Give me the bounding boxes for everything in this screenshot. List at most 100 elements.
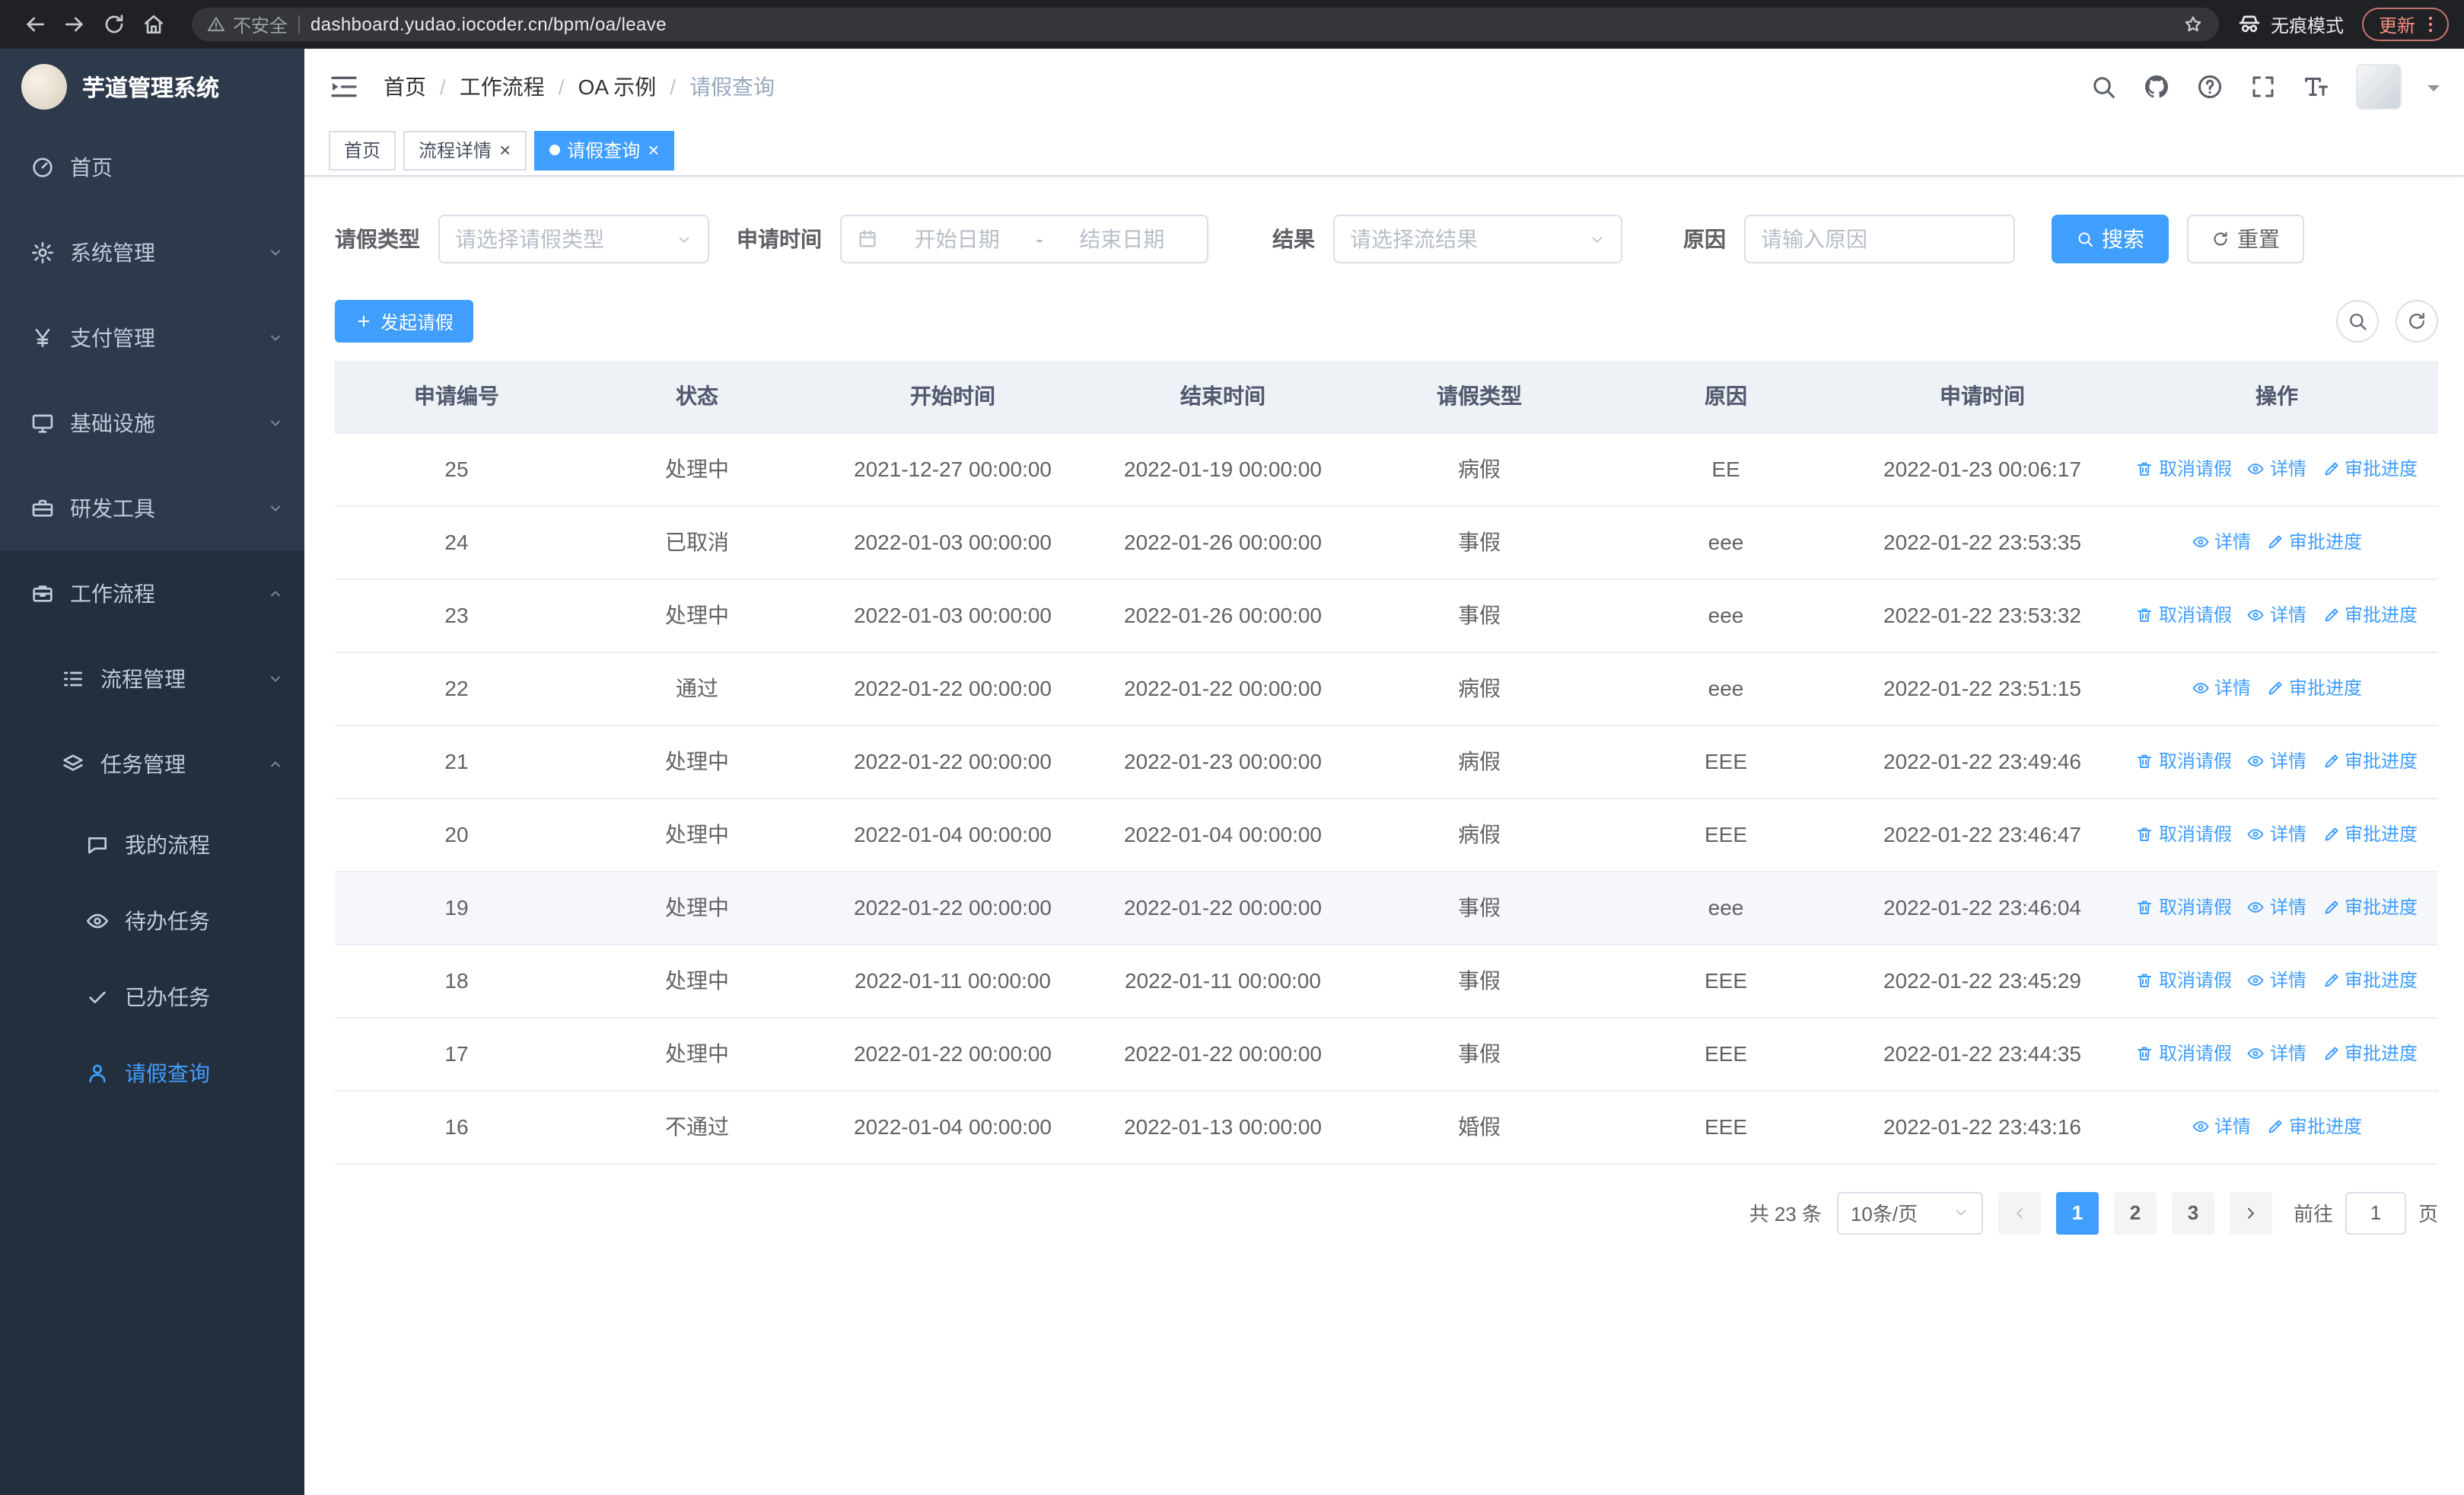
omnibox-divider: [298, 15, 301, 33]
sidebar-item-payment[interactable]: 支付管理: [0, 295, 304, 381]
url-text[interactable]: dashboard.yudao.iocoder.cn/bpm/oa/leave: [310, 14, 2172, 35]
page-size-select[interactable]: 10条/页: [1836, 1191, 1983, 1234]
refresh-icon[interactable]: [2396, 300, 2438, 343]
table-cell: 处理中: [578, 1017, 816, 1091]
approval-progress-action-link[interactable]: 审批进度: [2322, 894, 2418, 920]
back-icon[interactable]: [15, 5, 55, 44]
edit-icon: [2322, 752, 2340, 770]
reason-input[interactable]: 请输入原因: [1744, 215, 2015, 263]
detail-action-link[interactable]: 详情: [2247, 602, 2306, 628]
cancel-leave-action-link[interactable]: 取消请假: [2136, 967, 2232, 993]
detail-action-link[interactable]: 详情: [2247, 456, 2306, 482]
sidebar-item-infrastructure[interactable]: 基础设施: [0, 381, 304, 466]
action-label: 审批进度: [2289, 1116, 2363, 1138]
security-chip[interactable]: 不安全: [207, 11, 288, 37]
edit-icon: [2322, 460, 2340, 478]
user-avatar[interactable]: [2356, 64, 2402, 110]
detail-action-link[interactable]: 详情: [2247, 1041, 2306, 1066]
plus-icon: [355, 312, 373, 330]
close-icon[interactable]: ×: [648, 140, 659, 160]
table-cell: 婚假: [1356, 1090, 1603, 1164]
home-icon[interactable]: [134, 5, 173, 44]
detail-action-link[interactable]: 详情: [2192, 675, 2251, 701]
sidebar-item-task-management[interactable]: 任务管理: [0, 722, 304, 807]
sidebar-item-process-management[interactable]: 流程管理: [0, 636, 304, 722]
sidebar-item-devtools[interactable]: 研发工具: [0, 466, 304, 551]
detail-action-link[interactable]: 详情: [2192, 1114, 2251, 1140]
detail-action-link[interactable]: 详情: [2192, 529, 2251, 555]
fullscreen-icon[interactable]: [2249, 73, 2277, 100]
leave-type-select[interactable]: 请选择请假类型: [438, 215, 709, 263]
page-button-3[interactable]: 3: [2171, 1191, 2214, 1234]
detail-action-link[interactable]: 详情: [2247, 821, 2306, 847]
table-cell: 事假: [1356, 579, 1603, 652]
next-page-button[interactable]: [2229, 1191, 2272, 1234]
sidebar-item-home[interactable]: 首页: [0, 125, 304, 210]
column-header: 申请时间: [1849, 361, 2115, 433]
sidebar-item-workflow[interactable]: 工作流程: [0, 551, 304, 636]
approval-progress-action-link[interactable]: 审批进度: [2266, 529, 2362, 555]
tab-process-detail[interactable]: 流程详情 ×: [403, 130, 527, 170]
detail-action-link[interactable]: 详情: [2247, 894, 2306, 920]
page-button-1[interactable]: 1: [2055, 1191, 2099, 1234]
action-label: 审批进度: [2345, 897, 2418, 919]
caret-down-icon[interactable]: [2427, 85, 2440, 97]
approval-progress-action-link[interactable]: 审批进度: [2266, 675, 2362, 701]
column-header: 结束时间: [1090, 361, 1356, 433]
close-icon[interactable]: ×: [499, 140, 511, 160]
approval-progress-action-link[interactable]: 审批进度: [2322, 1041, 2418, 1066]
reload-icon[interactable]: [94, 5, 134, 44]
cancel-leave-action-link[interactable]: 取消请假: [2136, 821, 2232, 847]
forward-icon[interactable]: [55, 5, 94, 44]
sidebar-item-label: 请假查询: [125, 1061, 210, 1085]
table-cell: 2022-01-11 00:00:00: [816, 944, 1090, 1018]
cancel-leave-action-link[interactable]: 取消请假: [2136, 456, 2232, 482]
address-bar[interactable]: 不安全 dashboard.yudao.iocoder.cn/bpm/oa/le…: [192, 8, 2219, 41]
sidebar: 芋道管理系统 首页 系统管理 支付管理 基础设施 研发工具 工作流程 流程管理 …: [0, 49, 304, 1495]
reset-button[interactable]: 重置: [2187, 215, 2304, 263]
table-row: 18 处理中 2022-01-11 00:00:00 2022-01-11 00:00…: [335, 944, 2438, 1018]
approval-progress-action-link[interactable]: 审批进度: [2322, 602, 2418, 628]
approval-progress-action-link[interactable]: 审批进度: [2322, 456, 2418, 482]
font-size-icon[interactable]: [2303, 73, 2330, 100]
tab-leave-query[interactable]: 请假查询 ×: [533, 130, 675, 170]
approval-progress-action-link[interactable]: 审批进度: [2322, 821, 2418, 847]
breadcrumb-item[interactable]: 工作流程: [460, 72, 545, 102]
help-icon[interactable]: [2196, 73, 2224, 100]
search-icon[interactable]: [2090, 73, 2117, 100]
result-select[interactable]: 请选择流结果: [1333, 215, 1622, 263]
approval-progress-action-link[interactable]: 审批进度: [2266, 1114, 2362, 1140]
tab-home[interactable]: 首页: [329, 130, 396, 170]
search-button[interactable]: 搜索: [2052, 215, 2169, 263]
approval-progress-action-link[interactable]: 审批进度: [2322, 748, 2418, 774]
sidebar-item-label: 任务管理: [100, 752, 186, 776]
sidebar-item-system[interactable]: 系统管理: [0, 210, 304, 295]
page-goto-input[interactable]: 1: [2345, 1191, 2406, 1234]
app-logo-row[interactable]: 芋道管理系统: [0, 49, 304, 125]
breadcrumb-item[interactable]: 首页: [384, 72, 426, 102]
approval-progress-action-link[interactable]: 审批进度: [2322, 967, 2418, 993]
table-cell: 事假: [1356, 1017, 1603, 1091]
detail-action-link[interactable]: 详情: [2247, 967, 2306, 993]
breadcrumb-item[interactable]: OA 示例: [578, 72, 657, 102]
detail-action-link[interactable]: 详情: [2247, 748, 2306, 774]
apply-time-range-picker[interactable]: 开始日期 - 结束日期: [840, 215, 1208, 263]
table-cell: 2022-01-22 23:51:15: [1849, 652, 2115, 725]
cancel-leave-action-link[interactable]: 取消请假: [2136, 748, 2232, 774]
sidebar-item-my-processes[interactable]: 我的流程: [0, 807, 304, 883]
sidebar-item-todo-tasks[interactable]: 待办任务: [0, 883, 304, 959]
bookmark-star-icon[interactable]: [2182, 14, 2204, 35]
create-leave-button[interactable]: 发起请假: [335, 300, 474, 343]
sidebar-item-done-tasks[interactable]: 已办任务: [0, 959, 304, 1035]
sidebar-item-leave-query[interactable]: 请假查询: [0, 1035, 304, 1111]
update-chip[interactable]: 更新: [2361, 8, 2449, 41]
github-icon[interactable]: [2143, 73, 2170, 100]
sidebar-fold-icon[interactable]: [329, 72, 359, 102]
security-label: 不安全: [233, 14, 288, 36]
cancel-leave-action-link[interactable]: 取消请假: [2136, 1041, 2232, 1066]
cancel-leave-action-link[interactable]: 取消请假: [2136, 602, 2232, 628]
toggle-search-icon[interactable]: [2336, 300, 2379, 343]
prev-page-button[interactable]: [1998, 1191, 2041, 1234]
page-button-2[interactable]: 2: [2113, 1191, 2157, 1234]
cancel-leave-action-link[interactable]: 取消请假: [2136, 894, 2232, 920]
